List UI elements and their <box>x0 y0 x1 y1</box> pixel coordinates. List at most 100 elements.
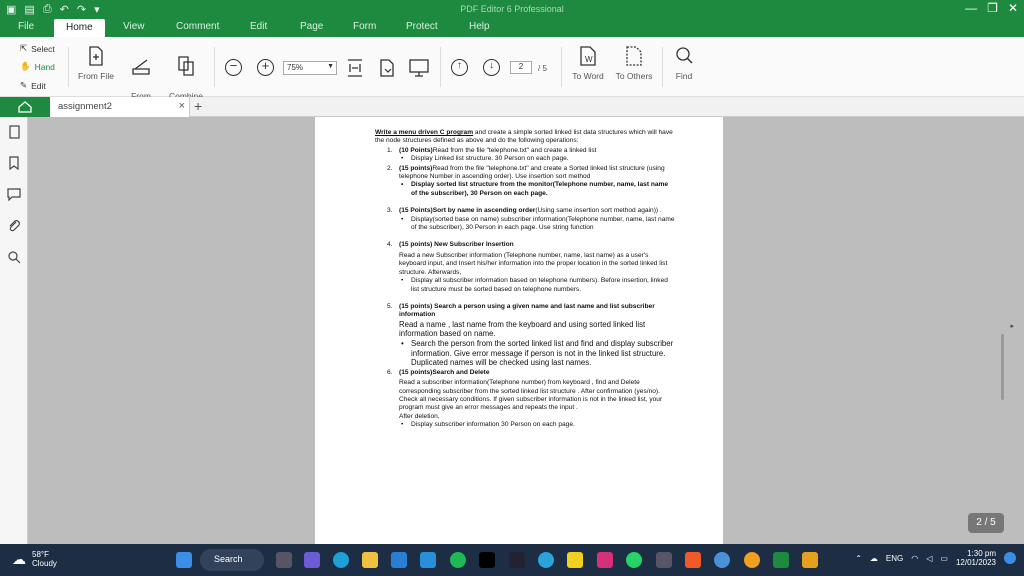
list-item: 4. (15 points) New Subscriber Insertion <box>387 241 514 249</box>
cloud-icon: ☁ <box>12 550 26 567</box>
edit-tool[interactable]: ✎ Edit <box>20 80 46 91</box>
prime-video-icon[interactable] <box>509 552 525 568</box>
teams-icon[interactable] <box>304 552 320 568</box>
add-tab-button[interactable]: + <box>194 98 202 114</box>
wifi-icon[interactable]: ◠ <box>911 554 918 563</box>
previous-page-button[interactable]: ↑ <box>451 59 468 76</box>
bookmark-icon[interactable] <box>7 156 21 170</box>
instagram-icon[interactable] <box>597 552 613 568</box>
start-icon[interactable] <box>176 552 192 568</box>
jw-icon[interactable] <box>656 552 672 568</box>
whatsapp-icon[interactable] <box>626 552 642 568</box>
system-tray: ⌃ ☁ ENG ◠ ◁ ▭ 1:30 pm 12/01/2023 <box>855 549 1016 567</box>
list-item: Display all subscriber information based… <box>387 277 675 294</box>
to-others-button[interactable]: To Others <box>612 45 656 81</box>
telegram-icon[interactable] <box>538 552 554 568</box>
battery-icon[interactable]: ▭ <box>940 554 948 563</box>
file-plus-icon <box>89 46 103 66</box>
to-word-button[interactable]: W To Word <box>566 45 610 81</box>
spotify-icon[interactable] <box>450 552 466 568</box>
language-indicator[interactable]: ENG <box>886 554 903 563</box>
presentation-icon[interactable] <box>408 58 430 78</box>
fit-width-icon[interactable] <box>346 58 364 78</box>
minimize-button[interactable]: — <box>965 1 977 15</box>
list-item: Display(sorted base on name) subscriber … <box>387 216 675 233</box>
home-tab[interactable] <box>0 97 50 117</box>
scanner-icon <box>132 59 150 75</box>
from-file-button[interactable]: From File <box>74 45 118 81</box>
pdf-editor-icon[interactable] <box>773 552 789 568</box>
chevron-down-icon: ▼ <box>327 63 334 70</box>
intro-paragraph: Write a menu driven C program and create… <box>375 129 673 145</box>
close-button[interactable]: ✕ <box>1008 1 1018 15</box>
select-tool[interactable]: ⇱ Select <box>20 43 55 54</box>
find-button[interactable]: Find <box>662 45 706 81</box>
window-title: PDF Editor 6 Professional <box>460 4 564 14</box>
search-icon[interactable] <box>7 250 21 264</box>
tab-comment[interactable]: Comment <box>176 21 219 32</box>
chevron-up-icon[interactable]: ⌃ <box>855 554 862 563</box>
page-indicator: 2 / 5 <box>968 513 1004 533</box>
tab-form[interactable]: Form <box>353 21 376 32</box>
attachment-icon[interactable] <box>7 219 21 233</box>
next-page-button[interactable]: ↓ <box>483 59 500 76</box>
tab-protect[interactable]: Protect <box>406 21 438 32</box>
zoom-select[interactable]: 75% ▼ <box>283 61 337 75</box>
page-number-input[interactable]: 2 <box>510 61 532 74</box>
paragraph: Read a subscriber information(Telephone … <box>399 379 663 412</box>
pages-icon[interactable] <box>7 125 21 139</box>
left-sidebar: ▸ <box>0 117 34 544</box>
close-tab-icon[interactable]: × <box>179 100 185 112</box>
netflix-icon[interactable] <box>479 552 495 568</box>
list-item: 6. (15 points)Search and Delete <box>387 368 490 376</box>
store-icon[interactable] <box>391 552 407 568</box>
app-icon[interactable] <box>744 552 760 568</box>
document-tab[interactable]: assignment2 × <box>50 97 190 117</box>
brave-icon[interactable] <box>685 552 701 568</box>
volume-icon[interactable]: ◁ <box>926 554 932 563</box>
paragraph: Read a name , last name from the keyboar… <box>399 319 646 339</box>
zoom-out-button[interactable]: − <box>225 59 242 76</box>
taskbar-search[interactable]: Search <box>200 549 264 571</box>
tab-file[interactable]: File <box>18 21 34 32</box>
taskbar: ☁ 58°F Cloudy Search ⌃ ☁ ENG ◠ ◁ ▭ 1:30 p… <box>0 544 1024 576</box>
tab-view[interactable]: View <box>123 21 145 32</box>
list-item: Display sorted list structure from the m… <box>387 181 675 198</box>
edit-icon: ✎ <box>20 80 28 90</box>
app-icon[interactable] <box>802 552 818 568</box>
task-view-icon[interactable] <box>276 552 292 568</box>
export-doc-icon <box>626 46 642 66</box>
hand-icon: ✋ <box>20 61 31 71</box>
expand-right-panel-icon[interactable]: ▸ <box>1010 322 1014 330</box>
list-item: Search the person from the sorted linked… <box>387 339 675 368</box>
word-doc-icon: W <box>580 46 596 66</box>
hand-tool[interactable]: ✋ Hand <box>20 61 55 72</box>
clock[interactable]: 1:30 pm 12/01/2023 <box>956 549 996 567</box>
tab-home[interactable]: Home <box>54 19 105 37</box>
vertical-scrollbar[interactable] <box>1001 334 1004 400</box>
tab-page[interactable]: Page <box>300 21 323 32</box>
paragraph: After deletion, <box>399 412 440 420</box>
cloud-icon[interactable]: ☁ <box>870 554 878 563</box>
edge-icon[interactable] <box>333 552 349 568</box>
app-icon[interactable] <box>420 552 436 568</box>
file-explorer-icon[interactable] <box>362 552 378 568</box>
ribbon: ⇱Select ✋Hand ✎Edit From File From Scann… <box>0 37 1024 111</box>
zoom-in-button[interactable]: + <box>257 59 274 76</box>
comment-icon[interactable] <box>7 187 21 201</box>
snapchat-icon[interactable] <box>567 552 583 568</box>
combine-icon <box>178 56 194 76</box>
list-item: 1. (10 Points)Read from the file "telepho… <box>387 146 597 154</box>
notification-icon[interactable] <box>1004 552 1016 564</box>
rotate-page-icon[interactable] <box>378 57 396 79</box>
maximize-button[interactable]: ❐ <box>987 1 998 15</box>
page-total: / 5 <box>538 64 547 73</box>
messenger-icon[interactable] <box>714 552 730 568</box>
svg-text:W: W <box>585 55 593 64</box>
tab-help[interactable]: Help <box>469 21 490 32</box>
tab-edit[interactable]: Edit <box>250 21 267 32</box>
pdf-page: Write a menu driven C program and create… <box>315 117 723 544</box>
paragraph: Read a new Subscriber information (Telep… <box>399 251 668 276</box>
weather-widget[interactable]: ☁ 58°F Cloudy <box>12 550 57 568</box>
menu-bar: File Home View Comment Edit Page Form Pr… <box>0 19 1024 37</box>
